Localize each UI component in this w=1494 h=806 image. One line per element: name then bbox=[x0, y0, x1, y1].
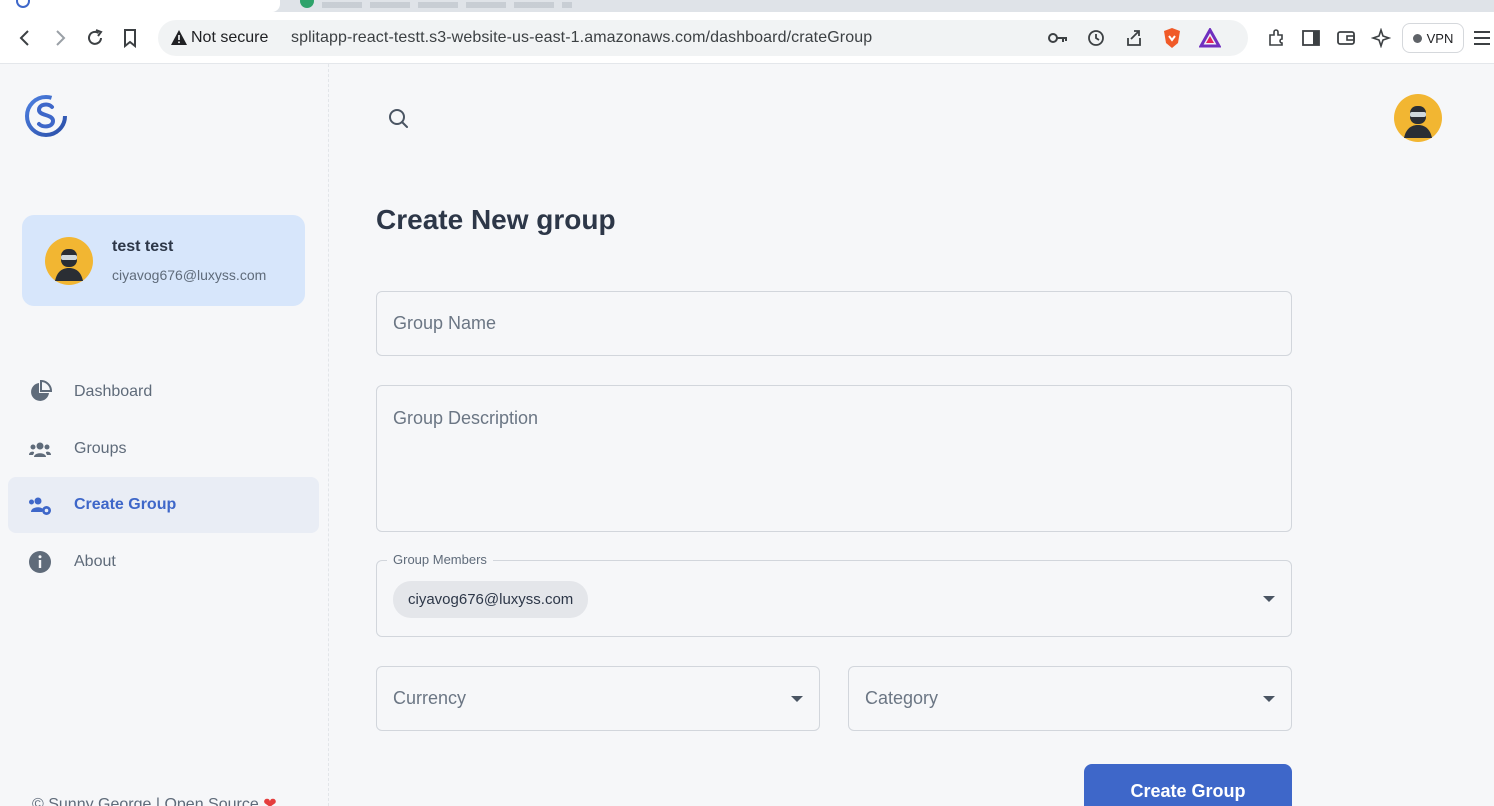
group-name-placeholder: Group Name bbox=[393, 313, 497, 333]
bookmark-icon[interactable] bbox=[118, 26, 142, 50]
search-icon[interactable] bbox=[386, 106, 412, 132]
user-card[interactable]: test test ciyavog676@luxyss.com bbox=[22, 215, 305, 306]
extensions-icon[interactable] bbox=[1264, 26, 1288, 50]
address-bar[interactable]: Not secure splitapp-react-testt.s3-websi… bbox=[158, 20, 1248, 56]
avatar bbox=[45, 237, 93, 285]
security-label[interactable]: Not secure bbox=[191, 29, 268, 47]
vpn-button[interactable]: VPN bbox=[1402, 23, 1464, 53]
sidebar-item-label: Create Group bbox=[74, 496, 177, 513]
account-avatar[interactable] bbox=[1394, 94, 1442, 142]
back-icon[interactable] bbox=[13, 26, 37, 50]
browser-tab-title[interactable] bbox=[322, 2, 572, 8]
currency-select[interactable]: Currency bbox=[376, 666, 820, 731]
category-select[interactable]: Category bbox=[848, 666, 1292, 731]
pie-chart-icon bbox=[31, 380, 52, 401]
url-text[interactable]: splitapp-react-testt.s3-website-us-east-… bbox=[291, 29, 872, 47]
sidebar-item-create-group[interactable]: Create Group bbox=[8, 477, 319, 533]
user-email: ciyavog676@luxyss.com bbox=[112, 267, 267, 283]
group-name-input[interactable]: Group Name bbox=[376, 291, 1292, 356]
create-group-button[interactable]: Create Group bbox=[1084, 764, 1292, 806]
reload-icon[interactable] bbox=[83, 26, 107, 50]
people-icon bbox=[29, 442, 51, 457]
browser-tab-active[interactable] bbox=[0, 0, 280, 12]
sidebar-toggle-icon[interactable] bbox=[1299, 26, 1323, 50]
sidebar-item-groups[interactable]: Groups bbox=[8, 421, 319, 477]
page-title: Create New group bbox=[376, 204, 616, 235]
browser-tab-strip bbox=[0, 0, 1494, 12]
leo-ai-icon[interactable] bbox=[1369, 26, 1393, 50]
app-logo-icon[interactable] bbox=[22, 92, 70, 140]
heart-icon: ❤ bbox=[263, 796, 277, 806]
share-icon[interactable] bbox=[1122, 26, 1146, 50]
group-members-select[interactable]: Group Members ciyavog676@luxyss.com bbox=[376, 552, 1292, 637]
forward-icon[interactable] bbox=[48, 26, 72, 50]
menu-icon[interactable] bbox=[1470, 26, 1494, 50]
brave-shield-icon[interactable] bbox=[1160, 26, 1184, 50]
chevron-down-icon[interactable] bbox=[1263, 596, 1275, 602]
history-icon[interactable] bbox=[1084, 26, 1108, 50]
vpn-status-icon bbox=[1412, 33, 1422, 43]
sidebar-nav: Dashboard Groups Create Group About bbox=[8, 364, 319, 590]
chevron-down-icon[interactable] bbox=[791, 696, 803, 702]
footer-credit: © Sunny George | Open Source ❤ bbox=[32, 794, 277, 806]
key-icon[interactable] bbox=[1046, 26, 1070, 50]
footer-text: © Sunny George | Open Source bbox=[32, 796, 259, 806]
category-placeholder: Category bbox=[865, 688, 939, 708]
wallet-icon[interactable] bbox=[1334, 26, 1358, 50]
member-chip[interactable]: ciyavog676@luxyss.com bbox=[393, 581, 589, 618]
sidebar: test test ciyavog676@luxyss.com Dashboar… bbox=[0, 64, 329, 806]
info-icon bbox=[29, 550, 51, 573]
brave-rewards-icon[interactable] bbox=[1198, 26, 1222, 50]
sidebar-item-label: Groups bbox=[74, 439, 127, 457]
currency-placeholder: Currency bbox=[393, 688, 467, 708]
tab-favicon-icon bbox=[16, 0, 30, 8]
browser-toolbar: Not secure splitapp-react-testt.s3-websi… bbox=[0, 12, 1494, 64]
app-root: test test ciyavog676@luxyss.com Dashboar… bbox=[0, 64, 1494, 806]
vpn-label: VPN bbox=[1426, 30, 1454, 46]
sidebar-item-dashboard[interactable]: Dashboard bbox=[8, 364, 319, 420]
group-description-placeholder: Group Description bbox=[393, 408, 539, 428]
sidebar-item-about[interactable]: About bbox=[8, 534, 319, 590]
warning-icon bbox=[171, 30, 187, 45]
chevron-down-icon[interactable] bbox=[1263, 696, 1275, 702]
user-name: test test bbox=[112, 238, 174, 255]
people-gear-icon bbox=[29, 497, 51, 515]
sidebar-item-label: About bbox=[74, 552, 116, 570]
group-description-input[interactable]: Group Description bbox=[376, 385, 1292, 532]
sidebar-item-label: Dashboard bbox=[74, 383, 153, 400]
group-members-label: Group Members bbox=[387, 552, 493, 567]
tab-favicon-icon[interactable] bbox=[300, 0, 314, 8]
